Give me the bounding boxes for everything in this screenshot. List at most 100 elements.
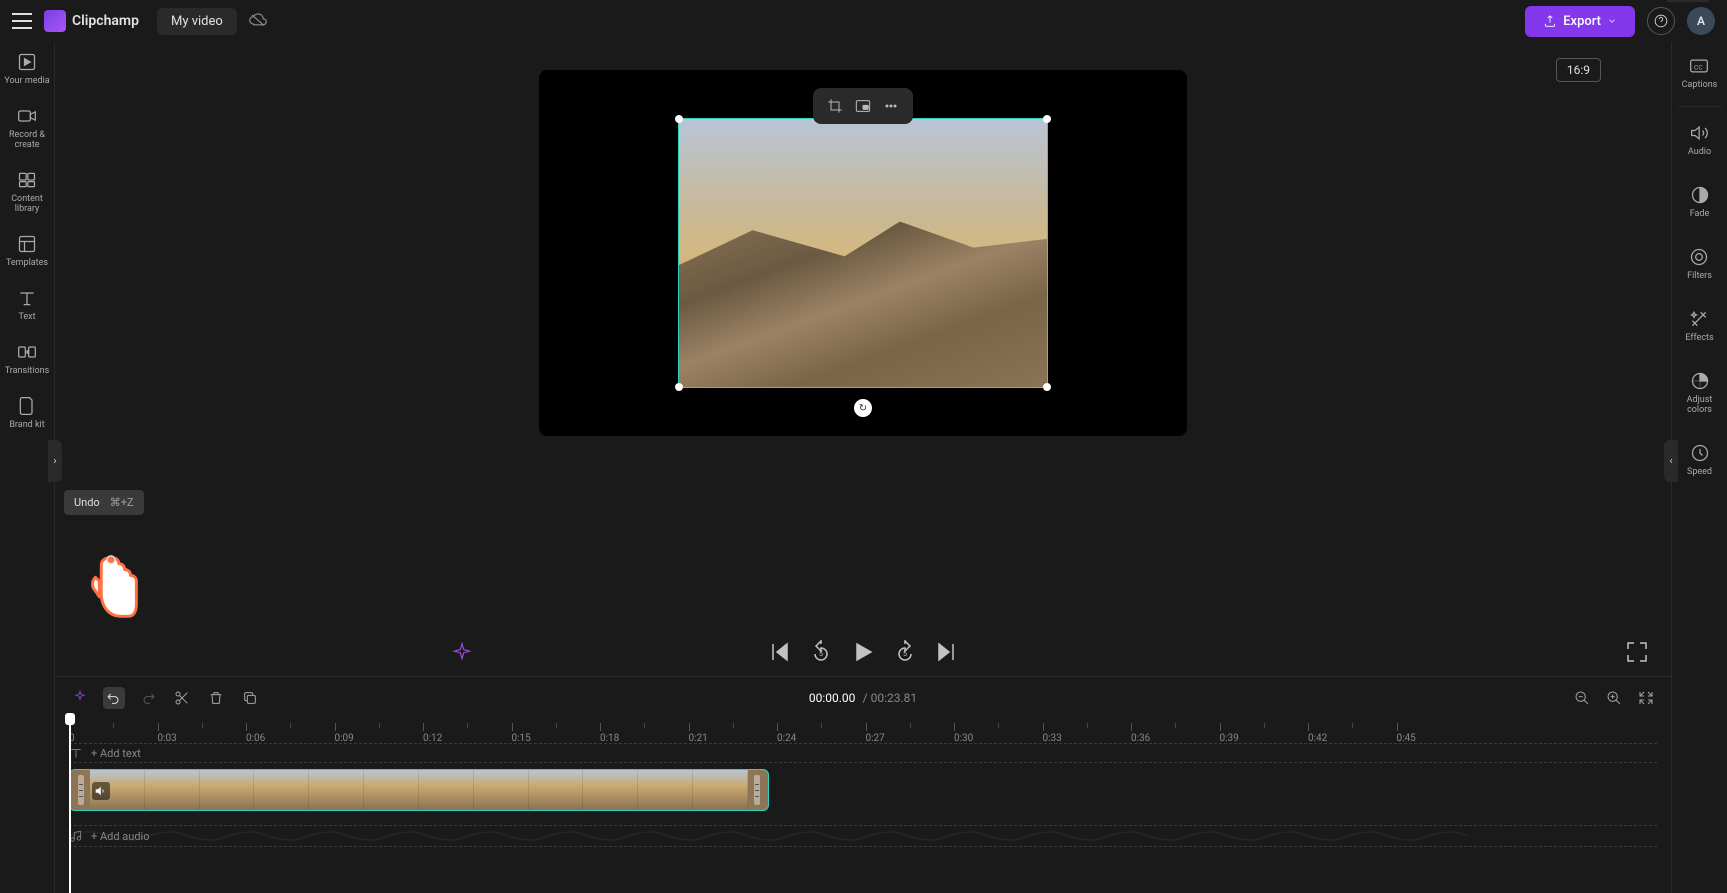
ruler-mark: 0:30	[954, 723, 973, 744]
collapse-timeline-button[interactable]: ⌄	[1667, 0, 1709, 2]
ruler-mark: 0:42	[1308, 723, 1327, 744]
left-sidebar: Your media Record & create Content libra…	[0, 42, 55, 893]
undo-button[interactable]	[103, 687, 125, 709]
sidebar-fade[interactable]: Fade	[1686, 171, 1714, 233]
fit-timeline-button[interactable]	[1635, 687, 1657, 709]
ruler-mark: 0:09	[335, 723, 354, 744]
ruler-mark: 0:36	[1131, 723, 1150, 744]
sidebar-speed[interactable]: Speed	[1683, 429, 1716, 491]
playback-controls: 5 5	[55, 632, 1671, 676]
help-button[interactable]	[1647, 7, 1675, 35]
preview-frame[interactable]: ↻	[539, 70, 1187, 436]
delete-button[interactable]	[205, 687, 227, 709]
sidebar-filters[interactable]: Filters	[1683, 233, 1716, 295]
timeline-ruler[interactable]: 00:030:060:090:120:150:180:210:240:270:3…	[55, 719, 1671, 743]
media-icon	[17, 52, 37, 72]
duplicate-button[interactable]	[239, 687, 261, 709]
fade-icon	[1690, 185, 1710, 205]
templates-icon	[17, 234, 37, 254]
resize-handle-bottom-right[interactable]	[1043, 383, 1051, 391]
split-button[interactable]	[171, 687, 193, 709]
collapse-right-panel[interactable]: ‹	[1664, 440, 1678, 482]
sidebar-transitions[interactable]: Transitions	[0, 332, 54, 386]
selected-media-clip[interactable]: ↻	[678, 118, 1048, 388]
clipchamp-logo-icon	[44, 10, 66, 32]
sidebar-record-create[interactable]: Record & create	[0, 96, 54, 160]
ruler-mark: 0:21	[689, 723, 708, 744]
text-track[interactable]: + Add text	[69, 743, 1657, 763]
play-button[interactable]	[851, 640, 875, 664]
effects-icon	[1689, 309, 1709, 329]
pip-button[interactable]	[851, 94, 875, 118]
export-button[interactable]: Export	[1525, 6, 1635, 37]
sidebar-your-media[interactable]: Your media	[0, 42, 54, 96]
forward-5s-button[interactable]: 5	[893, 640, 917, 664]
sidebar-captions[interactable]: CC Captions	[1678, 42, 1722, 104]
sidebar-templates[interactable]: Templates	[0, 224, 54, 278]
preview-area: 16:9 ↻	[55, 42, 1671, 632]
playhead[interactable]	[69, 719, 71, 893]
resize-handle-top-right[interactable]	[1043, 115, 1051, 123]
captions-icon: CC	[1689, 56, 1709, 76]
app-name: Clipchamp	[72, 13, 139, 29]
ruler-mark: 0:39	[1220, 723, 1239, 744]
menu-button[interactable]	[12, 11, 32, 31]
timeline-tracks: + Add text	[55, 743, 1671, 893]
sidebar-effects[interactable]: Effects	[1681, 295, 1717, 357]
undo-tooltip: Undo ⌘+Z	[64, 490, 144, 515]
ruler-mark: 0:03	[158, 723, 177, 744]
ruler-mark: 0:33	[1043, 723, 1062, 744]
video-clip[interactable]	[69, 769, 769, 811]
clip-mute-button[interactable]	[92, 782, 110, 800]
resize-handle-top-left[interactable]	[675, 115, 683, 123]
record-icon	[17, 106, 37, 126]
redo-button[interactable]	[137, 687, 159, 709]
clip-thumbnails	[90, 770, 748, 810]
ruler-mark: 0:06	[246, 723, 265, 744]
video-track[interactable]	[69, 769, 1657, 817]
rotate-handle[interactable]: ↻	[854, 399, 872, 417]
skip-previous-button[interactable]	[767, 640, 791, 664]
svg-text:5: 5	[819, 650, 823, 658]
rewind-5s-button[interactable]: 5	[809, 640, 833, 664]
speed-icon	[1690, 443, 1710, 463]
filters-icon	[1689, 247, 1709, 267]
fullscreen-button[interactable]	[1625, 640, 1649, 664]
auto-enhance-button[interactable]	[450, 640, 474, 664]
ruler-mark: 0:15	[512, 723, 531, 744]
ruler-mark: 0:12	[423, 723, 442, 744]
audio-track[interactable]: + Add audio	[69, 825, 1657, 847]
more-options-button[interactable]	[879, 94, 903, 118]
audio-waveform	[69, 826, 1469, 846]
ruler-mark: 0:45	[1397, 723, 1416, 744]
ruler-mark: 0:24	[777, 723, 796, 744]
sidebar-text[interactable]: Text	[0, 278, 54, 332]
zoom-in-button[interactable]	[1603, 687, 1625, 709]
svg-text:CC: CC	[1694, 63, 1703, 71]
clip-trim-left[interactable]	[78, 775, 84, 805]
crop-button[interactable]	[823, 94, 847, 118]
app-logo[interactable]: Clipchamp	[44, 10, 139, 32]
clip-trim-right[interactable]	[754, 775, 760, 805]
sidebar-audio[interactable]: Audio	[1684, 109, 1715, 171]
user-avatar[interactable]: A	[1687, 7, 1715, 35]
aspect-ratio-selector[interactable]: 16:9	[1556, 58, 1601, 82]
ruler-mark: 0:27	[866, 723, 885, 744]
timeline-toolbar: 00:00.00 / 00:23.81	[55, 677, 1671, 719]
sidebar-adjust-colors[interactable]: Adjust colors	[1672, 357, 1727, 429]
resize-handle-bottom-left[interactable]	[675, 383, 683, 391]
sidebar-content-library[interactable]: Content library	[0, 160, 54, 224]
skip-next-button[interactable]	[935, 640, 959, 664]
timeline-section: ⌄ 00:00.00 / 00:23.81 00:030:060:09	[55, 676, 1671, 893]
svg-text:5: 5	[903, 650, 907, 658]
project-title[interactable]: My video	[157, 8, 237, 35]
zoom-out-button[interactable]	[1571, 687, 1593, 709]
right-sidebar: ‹ CC Captions Audio Fade Filters Effects…	[1671, 42, 1727, 893]
timecode-display: 00:00.00 / 00:23.81	[809, 691, 917, 705]
center-area: 16:9 ↻ 5	[55, 42, 1671, 893]
sidebar-brand-kit[interactable]: Brand kit	[0, 386, 54, 440]
top-bar: Clipchamp My video Export A	[0, 0, 1727, 42]
content-icon	[17, 170, 37, 190]
magic-button[interactable]	[69, 687, 91, 709]
cloud-sync-icon[interactable]	[249, 12, 267, 30]
